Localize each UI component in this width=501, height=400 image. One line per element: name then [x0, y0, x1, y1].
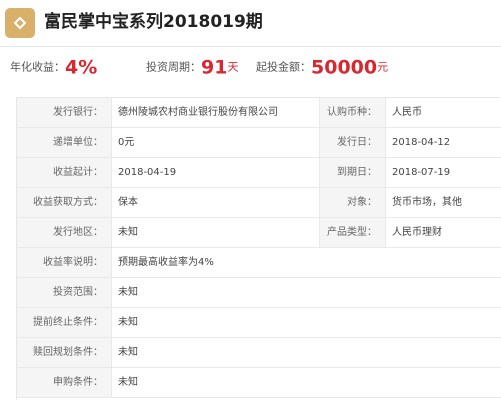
- target-value: 货币市场，其他: [385, 188, 501, 217]
- table-row: 收益起计： 2018-04-19 到期日： 2018-07-19: [17, 158, 501, 188]
- yield-note-label: 收益率说明：: [17, 248, 111, 277]
- issue-date-label: 发行日：: [319, 128, 385, 157]
- redemption-terms-label: 赎回规划条件：: [17, 338, 111, 367]
- table-row: 发行银行： 德州陵城农村商业银行股份有限公司 认购币种： 人民币: [17, 98, 501, 128]
- table-row: 发行地区： 未知 产品类型： 人民币理财: [17, 218, 501, 248]
- purchase-terms-label: 申购条件：: [17, 368, 111, 397]
- increment-unit-label: 递增单位：: [17, 128, 111, 157]
- annual-yield-label: 年化收益：: [10, 60, 65, 74]
- minimum-amount-label: 起投金额：: [256, 60, 311, 74]
- purchase-terms-value: 未知: [111, 368, 501, 397]
- investment-scope-value: 未知: [111, 278, 501, 307]
- yield-note-value: 预期最高收益率为4%: [111, 248, 501, 277]
- issue-region-value: 未知: [111, 218, 319, 247]
- table-row: 投资范围： 未知: [17, 278, 501, 308]
- yield-method-value: 保本: [111, 188, 319, 217]
- page-title: 富民掌中宝系列2018019期: [44, 12, 263, 32]
- yield-start-value: 2018-04-19: [111, 158, 319, 187]
- minimum-amount-value: 50000: [311, 56, 378, 79]
- investment-scope-label: 投资范围：: [17, 278, 111, 307]
- maturity-date-value: 2018-07-19: [385, 158, 501, 187]
- minimum-amount-unit: 元: [377, 60, 389, 74]
- investment-period-stat: 投资周期：91天: [146, 47, 238, 87]
- increment-unit-value: 0元: [111, 128, 319, 157]
- table-row: 递增单位： 0元 发行日： 2018-04-12: [17, 128, 501, 158]
- currency-label: 认购币种：: [319, 98, 385, 127]
- issuing-bank-label: 发行银行：: [17, 98, 111, 127]
- investment-period-unit: 天: [227, 60, 239, 74]
- early-termination-value: 未知: [111, 308, 501, 337]
- yield-start-label: 收益起计：: [17, 158, 111, 187]
- issuing-bank-value: 德州陵城农村商业银行股份有限公司: [111, 98, 319, 127]
- annual-yield-value: 4%: [65, 56, 98, 79]
- investment-period-value: 91: [201, 56, 228, 79]
- table-row: 赎回规划条件： 未知: [17, 338, 501, 368]
- table-row: 收益率说明： 预期最高收益率为4%: [17, 248, 501, 278]
- diamond-icon: [5, 8, 35, 38]
- product-stats: 年化收益：4% 投资周期：91天 起投金额：50000元: [0, 47, 501, 87]
- minimum-amount-stat: 起投金额：50000元: [256, 47, 388, 87]
- product-header: 富民掌中宝系列2018019期: [0, 0, 501, 46]
- investment-period-label: 投资周期：: [146, 60, 201, 74]
- annual-yield-stat: 年化收益：4%: [10, 47, 97, 87]
- target-label: 对象：: [319, 188, 385, 217]
- table-row: 提前终止条件： 未知: [17, 308, 501, 338]
- product-details-table: 发行银行： 德州陵城农村商业银行股份有限公司 认购币种： 人民币 递增单位： 0…: [16, 97, 501, 400]
- table-row: 收益获取方式： 保本 对象： 货币市场，其他: [17, 188, 501, 218]
- yield-method-label: 收益获取方式：: [17, 188, 111, 217]
- currency-value: 人民币: [385, 98, 501, 127]
- product-type-value: 人民币理财: [385, 218, 501, 247]
- early-termination-label: 提前终止条件：: [17, 308, 111, 337]
- redemption-terms-value: 未知: [111, 338, 501, 367]
- maturity-date-label: 到期日：: [319, 158, 385, 187]
- issue-date-value: 2018-04-12: [385, 128, 501, 157]
- issue-region-label: 发行地区：: [17, 218, 111, 247]
- table-row: 申购条件： 未知: [17, 368, 501, 398]
- product-type-label: 产品类型：: [319, 218, 385, 247]
